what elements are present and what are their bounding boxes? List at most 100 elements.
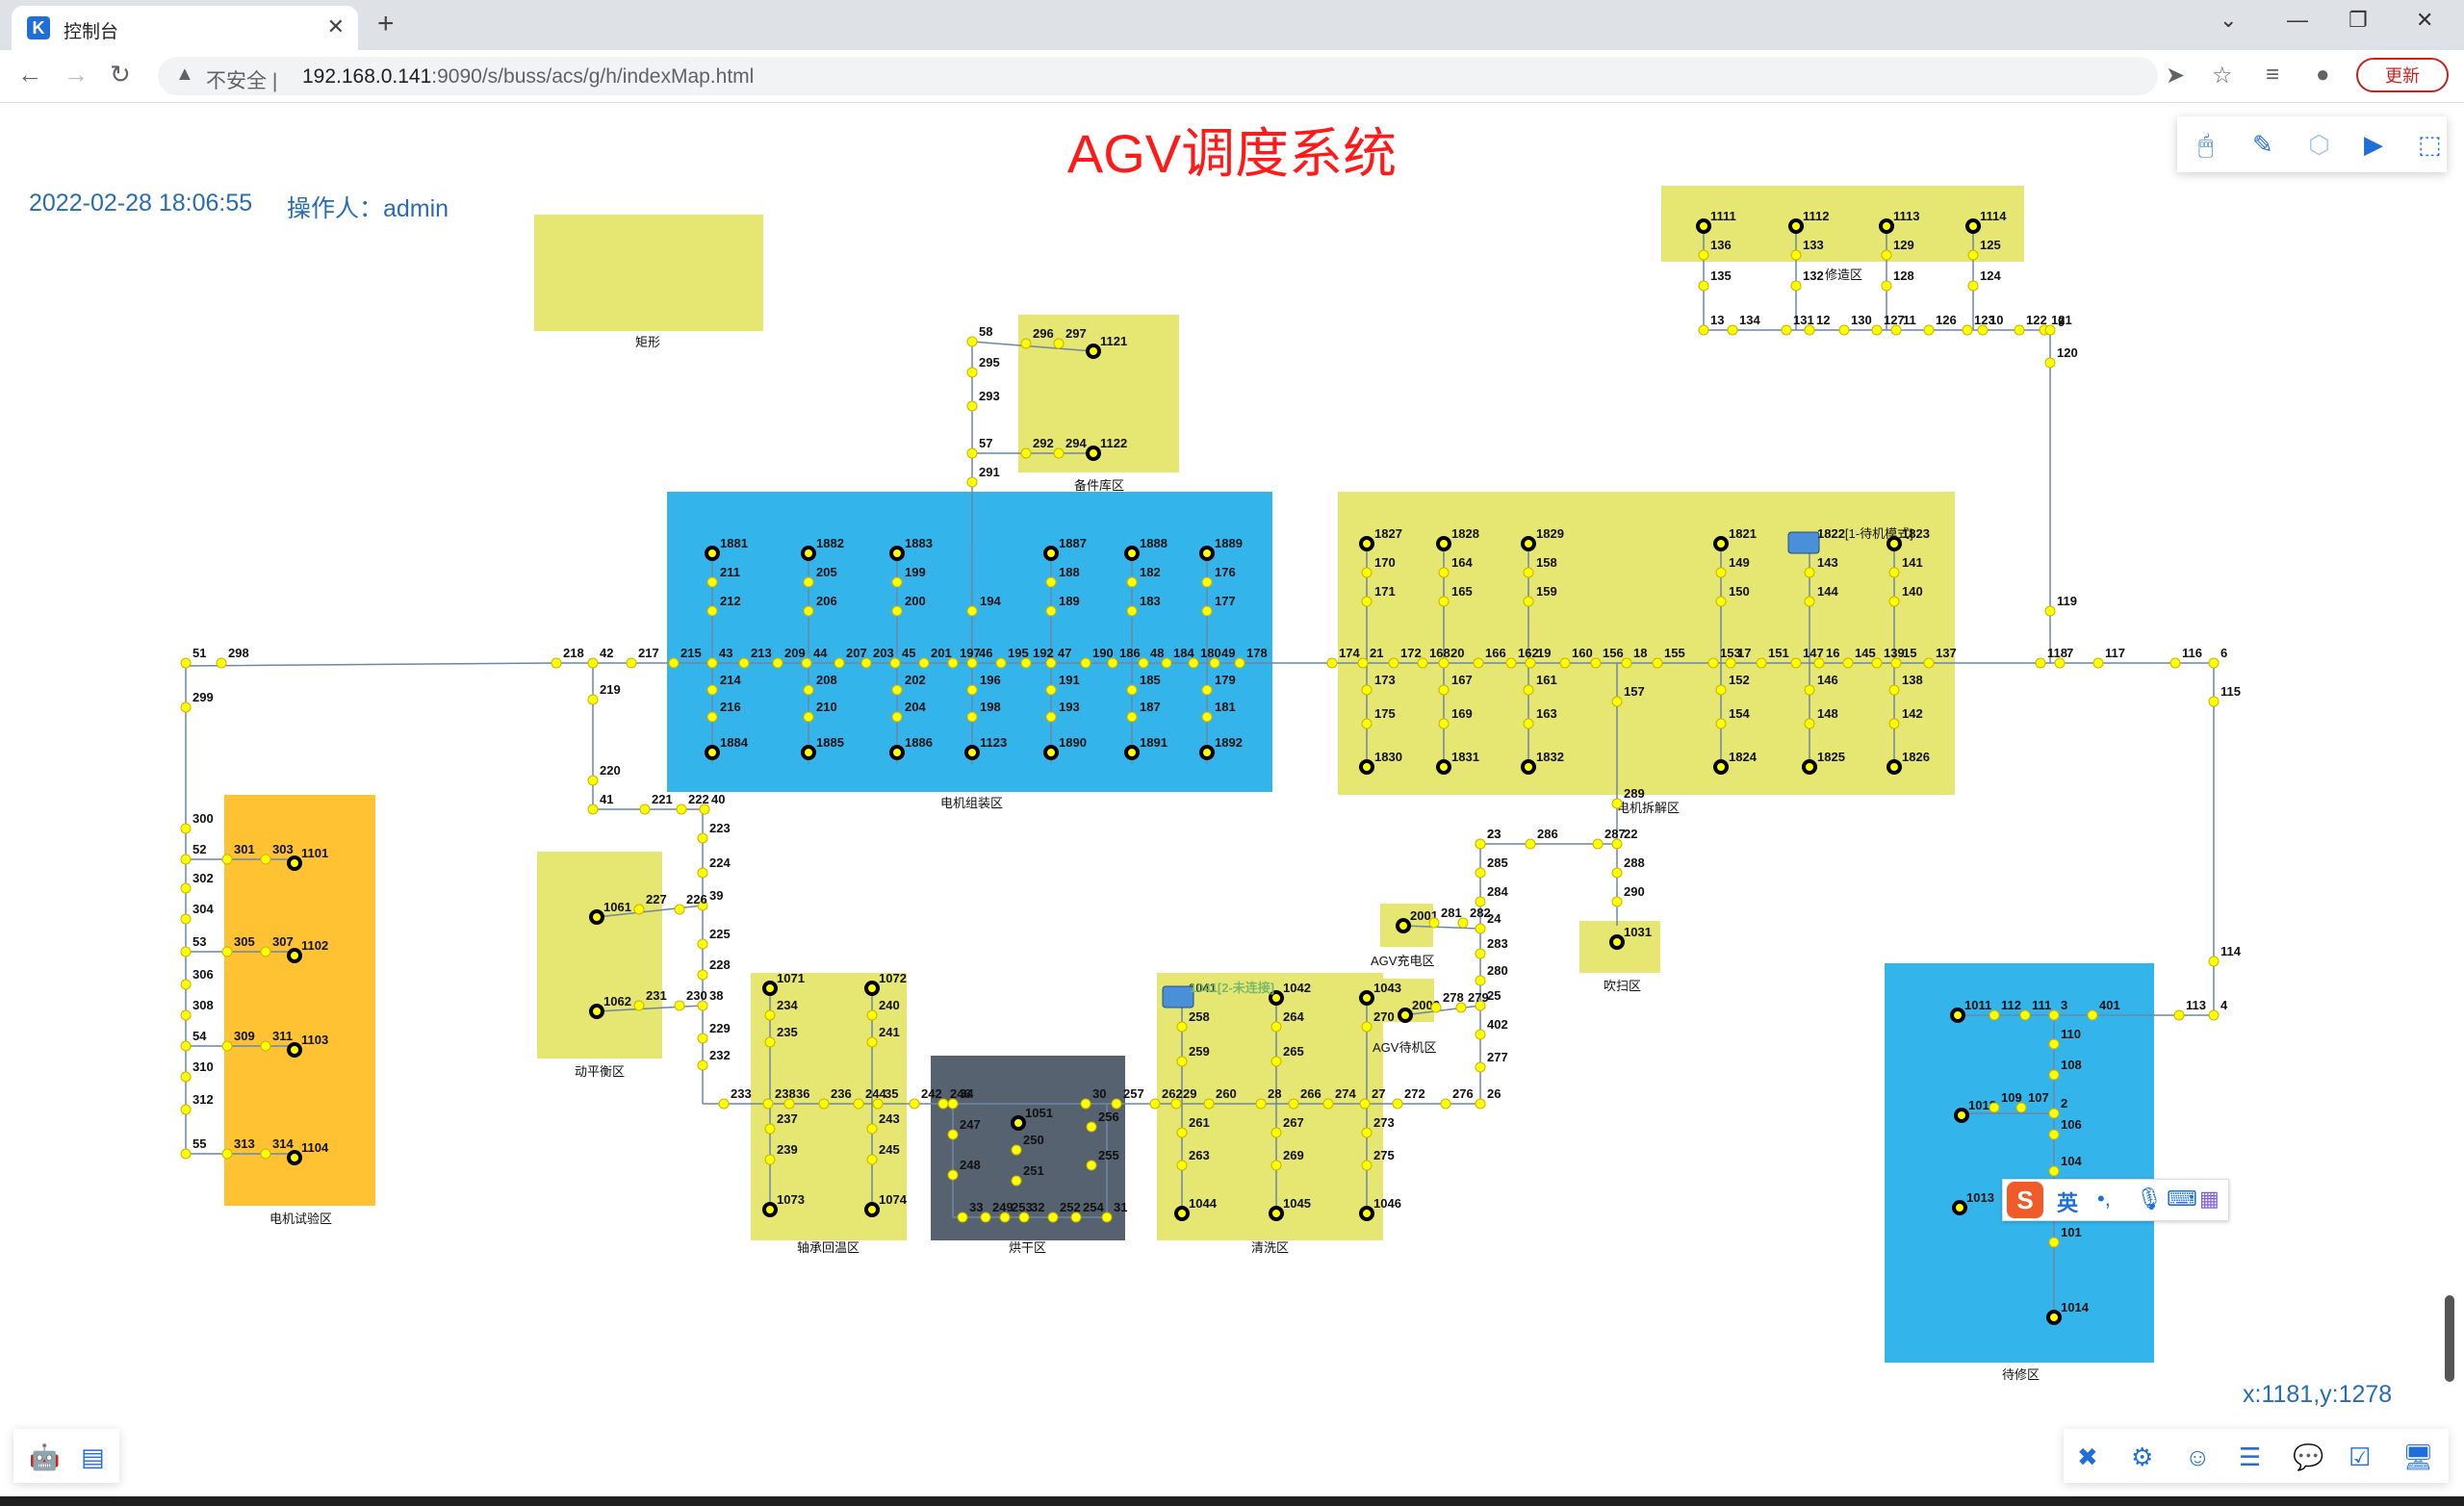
map-node[interactable]: 26 [1475, 1086, 1501, 1110]
node-dot[interactable] [551, 657, 562, 669]
node-dot[interactable] [1977, 324, 1989, 336]
node-dot[interactable] [1126, 684, 1138, 696]
node-dot[interactable] [2169, 657, 2181, 669]
node-dot[interactable] [1045, 605, 1057, 617]
node-dot[interactable] [1727, 324, 1738, 336]
star-icon[interactable]: ☆ [2212, 62, 2233, 89]
node-dot[interactable] [783, 1098, 795, 1110]
node-dot[interactable] [1398, 1008, 1413, 1023]
node-dot[interactable] [1438, 718, 1450, 729]
node-dot[interactable] [1149, 1098, 1161, 1110]
node-dot[interactable] [872, 1098, 884, 1110]
node-dot[interactable] [1475, 1098, 1486, 1110]
node-dot[interactable] [1361, 684, 1373, 696]
node-dot[interactable] [762, 1098, 774, 1110]
node-dot[interactable] [1523, 718, 1534, 729]
node-dot[interactable] [762, 1202, 778, 1217]
node-dot[interactable] [1967, 249, 1979, 261]
node-dot[interactable] [1045, 657, 1057, 669]
minimize-icon[interactable]: — [2287, 8, 2308, 33]
list-icon[interactable]: ☰ [2239, 1442, 2261, 1472]
map-node[interactable]: 42 [587, 646, 613, 669]
map-node[interactable]: 298 [216, 646, 249, 669]
node-dot[interactable] [1505, 657, 1517, 669]
ime-punct[interactable]: •, [2097, 1187, 2111, 1212]
node-dot[interactable] [1559, 657, 1571, 669]
node-dot[interactable] [1101, 1212, 1113, 1223]
node-dot[interactable] [699, 804, 710, 815]
node-dot[interactable] [1838, 324, 1850, 336]
node-dot[interactable] [1438, 596, 1450, 607]
node-dot[interactable] [1521, 759, 1536, 775]
map-node[interactable]: 272 [1392, 1086, 1425, 1110]
node-dot[interactable] [1357, 657, 1369, 669]
node-dot[interactable] [1086, 344, 1101, 359]
node-dot[interactable] [1457, 917, 1469, 929]
node-dot[interactable] [891, 576, 903, 588]
checklist-icon[interactable]: ☑ [2348, 1442, 2371, 1472]
node-dot[interactable] [2208, 657, 2220, 669]
node-dot[interactable] [1890, 657, 1902, 669]
node-dot[interactable] [180, 823, 192, 834]
node-dot[interactable] [1989, 1102, 2000, 1113]
node-dot[interactable] [674, 904, 685, 915]
node-dot[interactable] [1174, 1206, 1190, 1221]
node-dot[interactable] [1696, 218, 1711, 234]
map-node[interactable]: 52 [180, 842, 206, 865]
node-dot[interactable] [1888, 684, 1900, 696]
node-dot[interactable] [1161, 657, 1172, 669]
node-dot[interactable] [287, 1042, 302, 1058]
node-dot[interactable] [1176, 1160, 1188, 1171]
map-node[interactable]: 113 [2173, 998, 2206, 1021]
node-dot[interactable] [1201, 684, 1213, 696]
node-dot[interactable] [966, 684, 978, 696]
node-dot[interactable] [1473, 657, 1484, 669]
apps-icon[interactable]: ▦ [2199, 1187, 2220, 1212]
node-dot[interactable] [180, 979, 192, 990]
ime-logo-icon[interactable]: S [2007, 1182, 2043, 1218]
node-dot[interactable] [1270, 1127, 1282, 1138]
node-dot[interactable] [1020, 657, 1032, 669]
tab-close-icon[interactable]: ✕ [327, 14, 345, 39]
node-dot[interactable] [966, 711, 978, 723]
node-dot[interactable] [2048, 1009, 2060, 1021]
node-dot[interactable] [1359, 536, 1374, 551]
map-node[interactable]: 276 [1440, 1086, 1474, 1110]
node-dot[interactable] [1475, 975, 1486, 986]
node-dot[interactable] [866, 1123, 878, 1135]
node-dot[interactable] [1438, 657, 1450, 669]
node-dot[interactable] [1804, 567, 1815, 578]
node-dot[interactable] [980, 1212, 991, 1223]
node-dot[interactable] [1045, 684, 1057, 696]
node-dot[interactable] [1201, 576, 1213, 588]
node-dot[interactable] [1359, 1206, 1374, 1221]
node-dot[interactable] [697, 969, 708, 981]
node-dot[interactable] [937, 1098, 949, 1110]
node-dot[interactable] [1053, 338, 1065, 349]
node-dot[interactable] [1045, 576, 1057, 588]
node-dot[interactable] [1804, 718, 1815, 729]
node-dot[interactable] [1201, 605, 1213, 617]
node-dot[interactable] [818, 1098, 830, 1110]
zone-pending[interactable] [1885, 963, 2154, 1363]
map-node[interactable]: 6 [2208, 646, 2227, 669]
node-dot[interactable] [2048, 1038, 2060, 1050]
node-dot[interactable] [889, 657, 901, 669]
node-dot[interactable] [1523, 596, 1534, 607]
node-dot[interactable] [866, 1036, 878, 1048]
node-dot[interactable] [1126, 605, 1138, 617]
node-dot[interactable] [999, 1212, 1011, 1223]
node-dot[interactable] [705, 745, 720, 760]
node-dot[interactable] [1950, 1008, 1965, 1023]
node-dot[interactable] [1361, 718, 1373, 729]
node-dot[interactable] [180, 702, 192, 713]
profile-icon[interactable]: ● [2316, 62, 2330, 89]
node-dot[interactable] [995, 657, 1007, 669]
node-dot[interactable] [1209, 657, 1220, 669]
node-dot[interactable] [697, 832, 708, 844]
node-dot[interactable] [947, 1098, 959, 1110]
node-dot[interactable] [1326, 657, 1338, 669]
node-dot[interactable] [287, 948, 302, 963]
node-dot[interactable] [1203, 1098, 1215, 1110]
node-dot[interactable] [718, 1098, 730, 1110]
